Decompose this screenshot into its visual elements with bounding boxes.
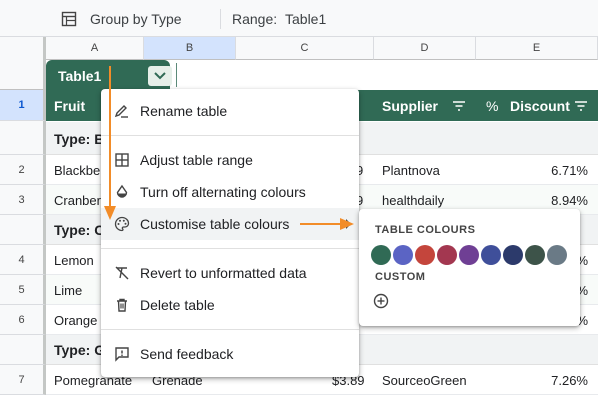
clear-format-icon <box>115 266 129 280</box>
row-header-4[interactable]: 4 <box>0 245 46 275</box>
row-header-1[interactable]: 1 <box>0 90 46 121</box>
cell-fruit[interactable]: Blackbe <box>54 163 100 178</box>
colour-swatch[interactable] <box>547 245 567 265</box>
row-header-6[interactable]: 6 <box>0 305 46 335</box>
menu-item-label: Delete table <box>140 297 215 313</box>
percent-type-icon: % <box>486 98 499 114</box>
filter-icon[interactable] <box>574 101 588 111</box>
trash-icon <box>117 298 127 312</box>
range-label: Range: <box>232 11 278 27</box>
header-fruit[interactable]: Fruit <box>54 98 85 114</box>
cell-supplier[interactable]: Plantnova <box>382 163 440 178</box>
row-header-group[interactable] <box>0 215 46 245</box>
group-label: Type: C <box>54 222 105 238</box>
header-discount[interactable]: Discount <box>510 98 570 114</box>
range-value[interactable]: Table1 <box>285 11 326 27</box>
row-header-group[interactable] <box>0 335 46 365</box>
feedback-icon <box>115 347 129 362</box>
column-header-c[interactable]: C <box>236 37 374 60</box>
colour-swatch[interactable] <box>415 245 435 265</box>
row-header-2[interactable]: 2 <box>0 155 46 185</box>
cell-fruit[interactable]: Orange <box>54 313 97 328</box>
menu-divider <box>101 135 359 136</box>
column-header-d[interactable]: D <box>374 37 476 60</box>
colour-swatch[interactable] <box>393 245 413 265</box>
group-label: Type: B <box>54 131 105 147</box>
table-colours-title: TABLE COLOURS <box>375 224 476 236</box>
annotation-arrow-right <box>300 218 354 230</box>
menu-item-alternating-colours[interactable]: Turn off alternating colours <box>101 176 359 208</box>
chevron-down-icon <box>154 72 166 80</box>
menu-item-delete-table[interactable]: Delete table <box>101 289 359 321</box>
colour-swatch[interactable] <box>481 245 501 265</box>
menu-item-adjust-range[interactable]: Adjust table range <box>101 144 359 176</box>
column-header-a[interactable]: A <box>46 37 144 60</box>
cell-fruit[interactable]: Lime <box>54 283 82 298</box>
menu-item-rename-table[interactable]: Rename table <box>101 95 359 127</box>
tab-divider <box>176 63 177 87</box>
menu-item-label: Revert to unformatted data <box>140 265 307 281</box>
group-by-label[interactable]: Group by Type <box>90 11 182 27</box>
colour-swatch[interactable] <box>503 245 523 265</box>
filter-icon[interactable] <box>452 101 466 111</box>
menu-item-label: Adjust table range <box>140 152 253 168</box>
table-context-menu: Rename table Adjust table range Turn off… <box>101 89 359 377</box>
group-label: Type: G <box>54 342 106 358</box>
cell-fruit[interactable]: Lemon <box>54 253 94 268</box>
menu-item-label: Rename table <box>140 103 228 119</box>
table-colours-panel: TABLE COLOURS CUSTOM <box>359 209 580 326</box>
annotation-arrow-down <box>104 66 116 220</box>
custom-colours-title: CUSTOM <box>375 271 426 283</box>
cell-supplier[interactable]: SourceoGreen <box>382 373 467 388</box>
row-header-3[interactable]: 3 <box>0 185 46 215</box>
table-name[interactable]: Table1 <box>58 68 101 84</box>
cell-discount[interactable]: 7.26% <box>551 373 588 388</box>
menu-item-revert-format[interactable]: Revert to unformatted data <box>101 257 359 289</box>
column-header-e[interactable]: E <box>476 37 598 60</box>
column-header-b[interactable]: B <box>144 37 236 60</box>
cell-discount[interactable]: 8.94% <box>551 193 588 208</box>
menu-item-label: Turn off alternating colours <box>140 184 306 200</box>
colour-swatch[interactable] <box>459 245 479 265</box>
table-menu-button[interactable] <box>148 66 172 86</box>
cell-supplier[interactable]: healthdaily <box>382 193 444 208</box>
table-icon <box>61 11 77 27</box>
select-all-corner[interactable] <box>0 37 46 90</box>
row-header-group[interactable] <box>0 121 46 155</box>
menu-item-send-feedback[interactable]: Send feedback <box>101 338 359 370</box>
colour-swatch[interactable] <box>525 245 545 265</box>
toolbar-divider <box>220 9 221 29</box>
menu-item-label: Customise table colours <box>140 216 290 232</box>
colour-swatch[interactable] <box>437 245 457 265</box>
cell-fruit[interactable]: Cranber <box>54 193 101 208</box>
row-header-5[interactable]: 5 <box>0 275 46 305</box>
header-supplier[interactable]: Supplier <box>382 98 438 114</box>
cell-discount[interactable]: 6.71% <box>551 163 588 178</box>
table-grid-icon[interactable] <box>184 66 208 86</box>
add-custom-colour-icon[interactable] <box>373 293 389 309</box>
menu-item-label: Send feedback <box>140 346 234 362</box>
colour-swatch[interactable] <box>371 245 391 265</box>
menu-divider <box>101 248 359 249</box>
menu-divider <box>101 329 359 330</box>
row-header-7[interactable]: 7 <box>0 365 46 395</box>
toolbar: Group by Type Range: Table1 <box>0 0 598 37</box>
